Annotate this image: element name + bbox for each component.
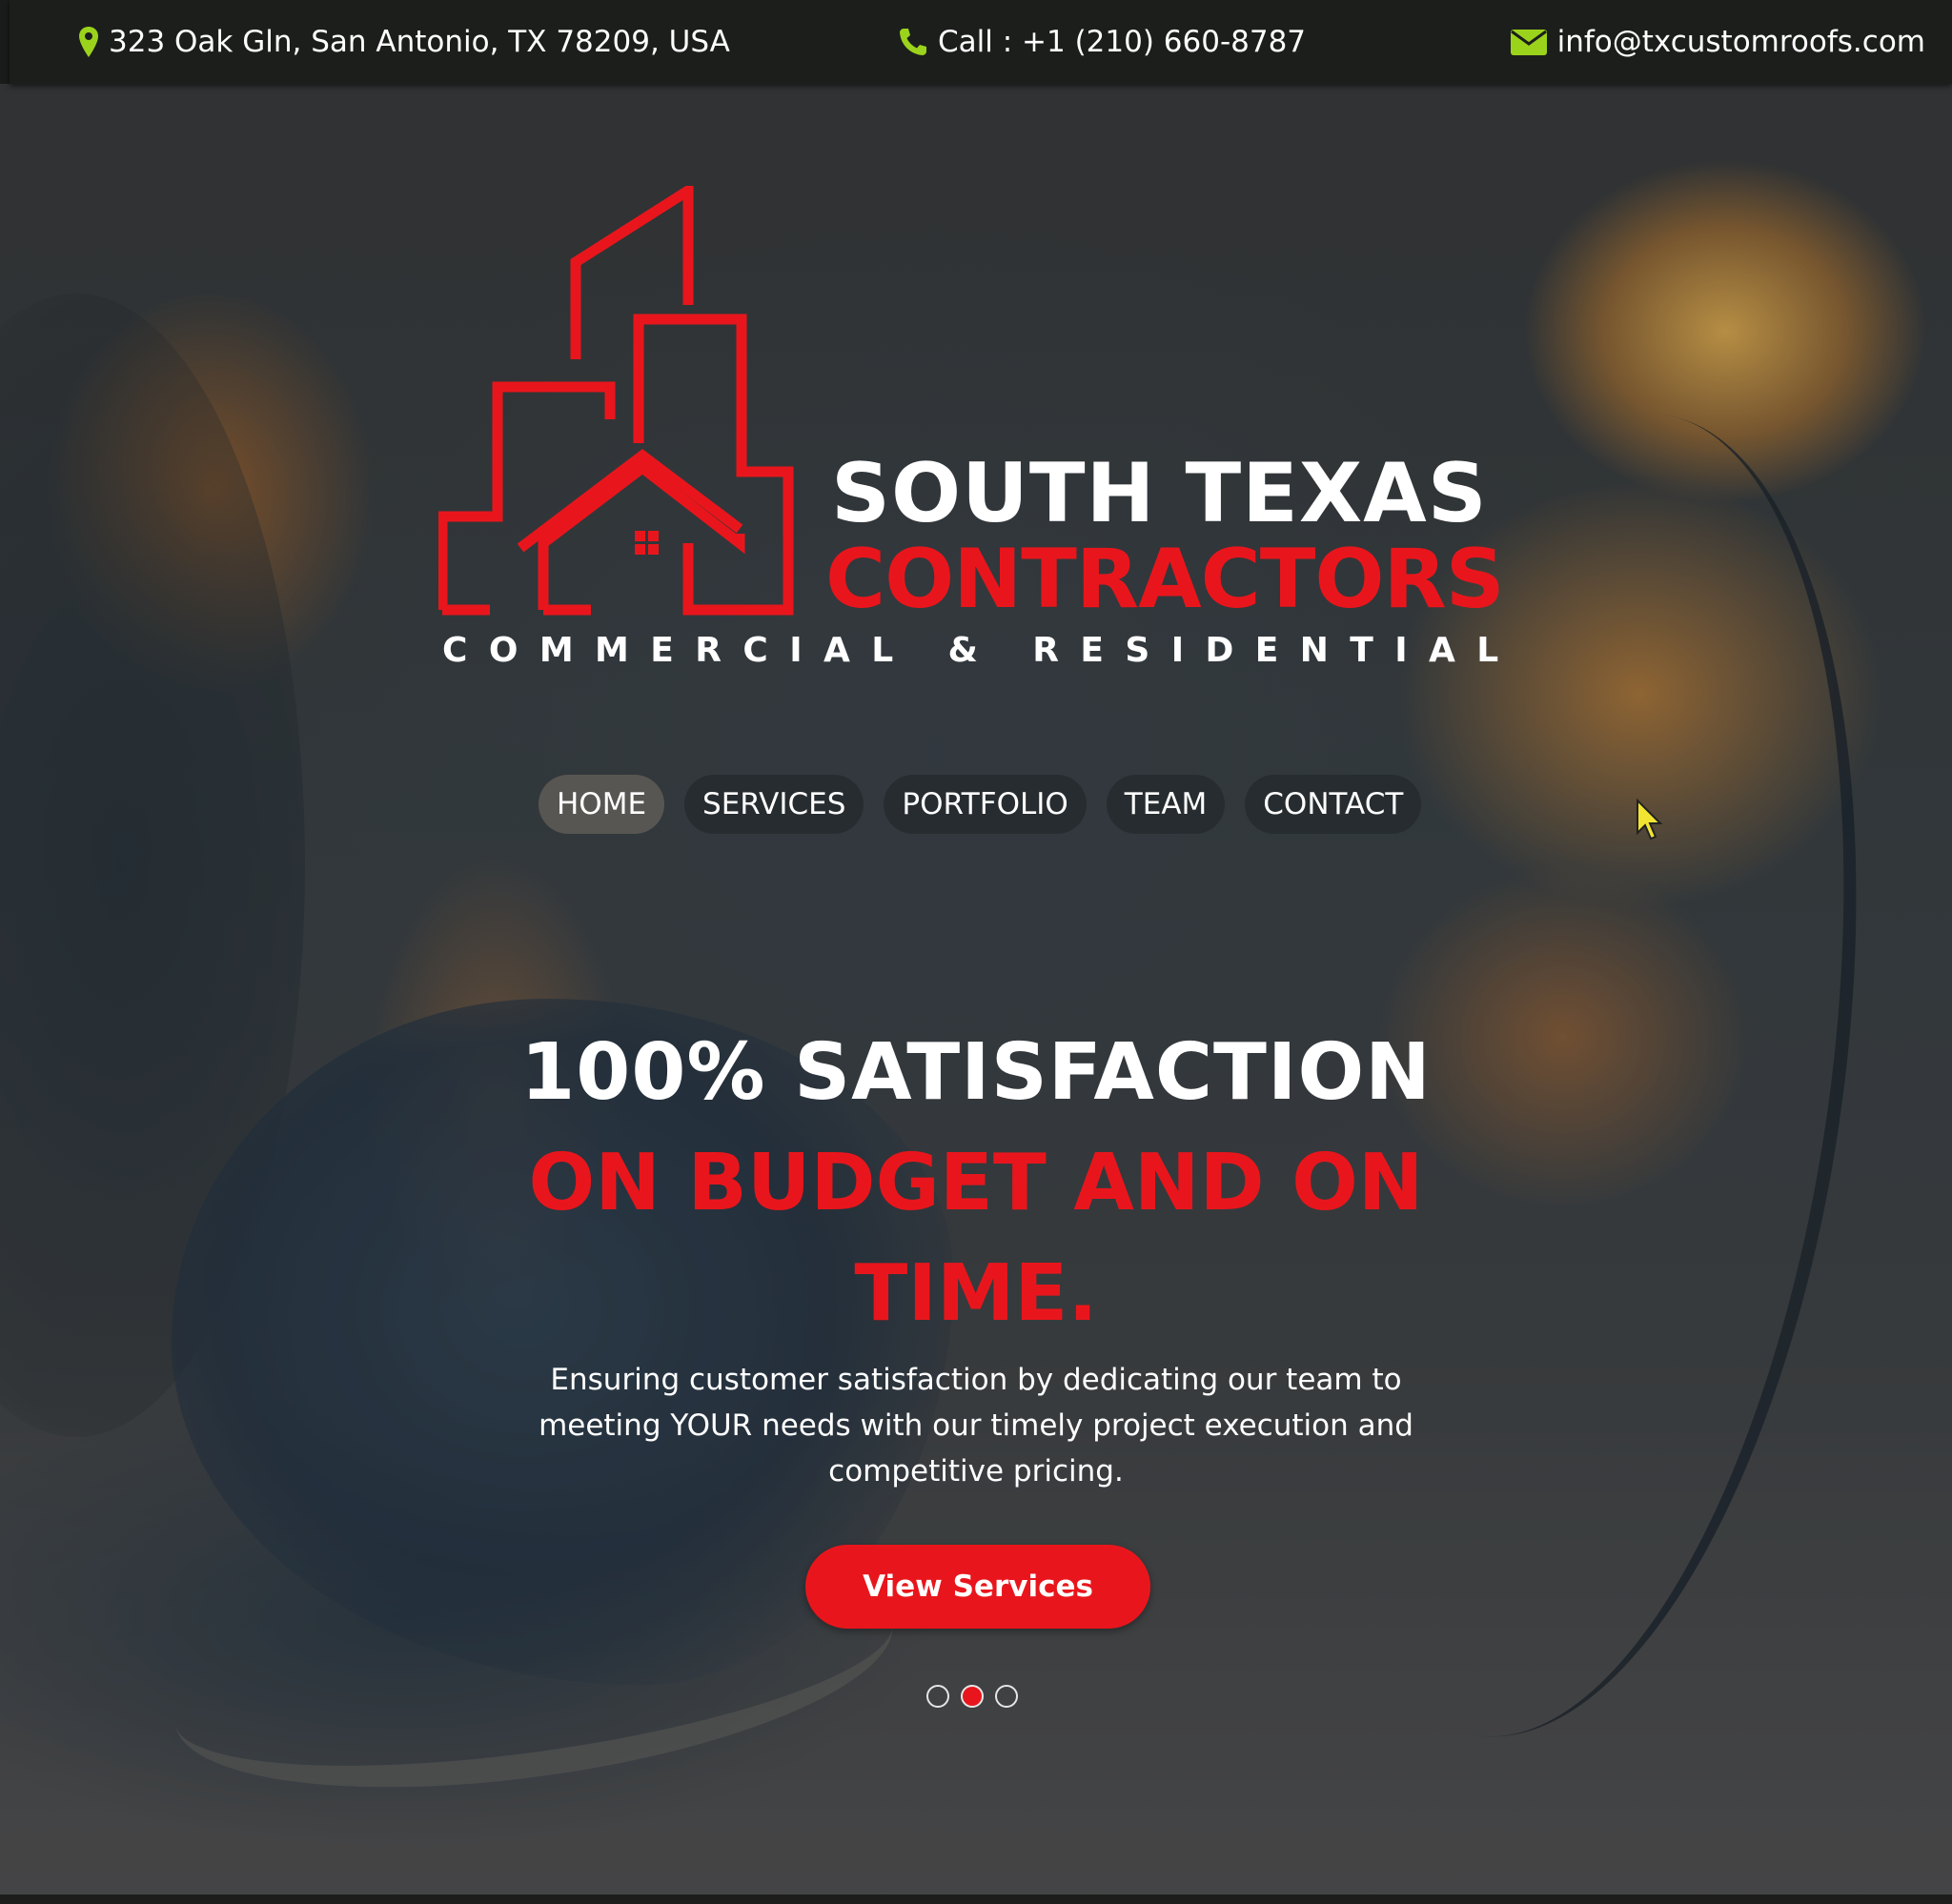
slide-dot-2[interactable]: [961, 1685, 984, 1708]
slide-dot-1[interactable]: [926, 1685, 949, 1708]
logo-title: SOUTH TEXAS: [831, 446, 1488, 541]
email-text[interactable]: info@txcustomroofs.com: [1557, 25, 1925, 59]
mouse-cursor-icon: [1637, 799, 1663, 841]
site-logo[interactable]: SOUTH TEXAS CONTRACTORS COMMERCIAL & RES…: [438, 186, 1506, 681]
logo-subtitle: CONTRACTORS: [825, 532, 1505, 627]
nav-team[interactable]: TEAM: [1106, 775, 1226, 834]
top-contact-bar: 323 Oak Gln, San Antonio, TX 78209, USA …: [10, 0, 1952, 84]
slider-dots: [926, 1685, 1029, 1708]
phone-info[interactable]: Call : +1 (210) 660-8787: [898, 0, 1306, 84]
logo-tagline: COMMERCIAL & RESIDENTIAL: [442, 631, 1520, 670]
page: 323 Oak Gln, San Antonio, TX 78209, USA …: [0, 0, 1952, 1904]
address-text: 323 Oak Gln, San Antonio, TX 78209, USA: [109, 25, 730, 59]
nav-portfolio[interactable]: PORTFOLIO: [884, 775, 1087, 834]
nav-home[interactable]: HOME: [539, 775, 665, 834]
map-pin-icon: [79, 27, 98, 57]
envelope-icon: [1510, 30, 1547, 55]
buildings-logo-icon: [438, 186, 794, 616]
email-info[interactable]: info@txcustomroofs.com: [1510, 0, 1925, 84]
slide-dot-3[interactable]: [995, 1685, 1018, 1708]
headline-white: 100% SATISFACTION: [520, 1027, 1432, 1118]
address-info: 323 Oak Gln, San Antonio, TX 78209, USA: [78, 0, 730, 84]
main-nav: HOME SERVICES PORTFOLIO TEAM CONTACT: [539, 775, 1441, 834]
nav-services[interactable]: SERVICES: [684, 775, 864, 834]
hero-subtext: Ensuring customer satisfaction by dedica…: [539, 1363, 1413, 1489]
headline-red: ON BUDGET AND ON TIME.: [528, 1138, 1424, 1339]
phone-text[interactable]: Call : +1 (210) 660-8787: [938, 25, 1306, 59]
phone-icon: [900, 29, 926, 55]
hero-headline: 100% SATISFACTION ON BUDGET AND ON TIME.: [499, 1018, 1453, 1349]
nav-contact[interactable]: CONTACT: [1245, 775, 1422, 834]
view-services-button[interactable]: View Services: [805, 1545, 1150, 1629]
page-bottom-edge: [0, 1894, 1952, 1904]
